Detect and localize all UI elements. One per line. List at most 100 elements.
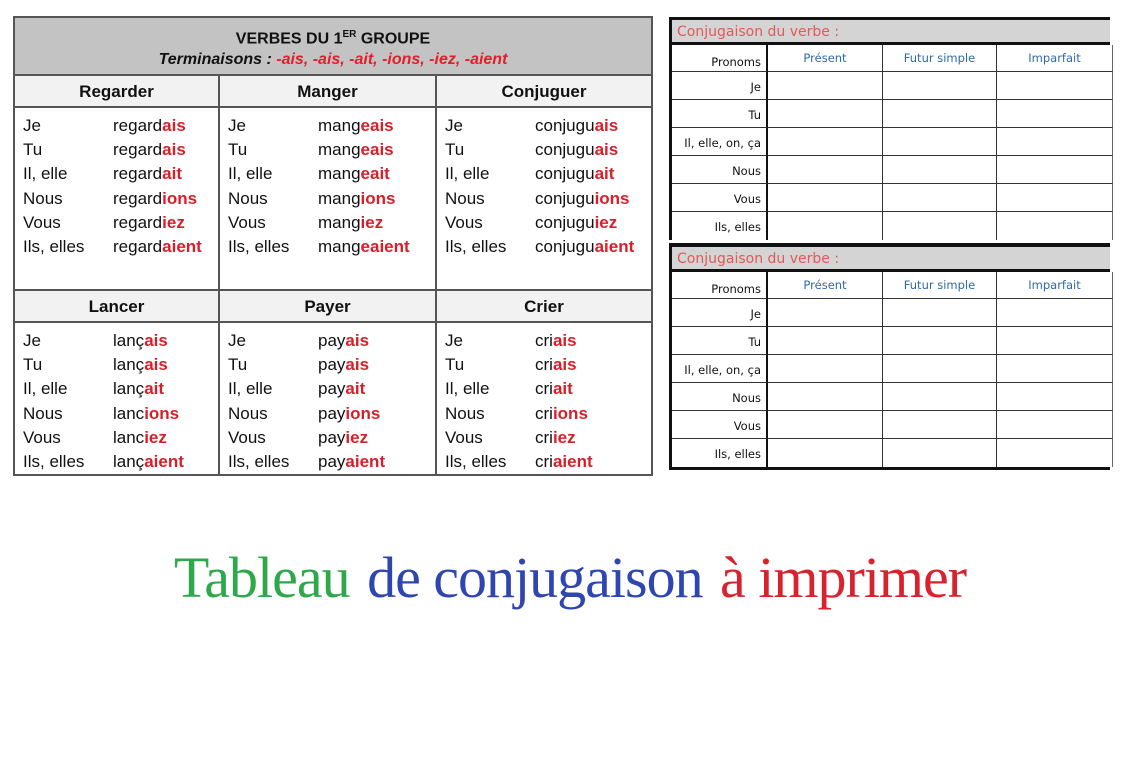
pronoun: Nous <box>445 188 485 208</box>
verb-ending: aient <box>144 451 184 471</box>
verb-heading: Payer <box>220 291 435 323</box>
blank-cell-imparfait[interactable] <box>997 212 1113 240</box>
conjugated-form: conjuguions <box>535 187 630 211</box>
blank-cell-imparfait[interactable] <box>997 299 1113 327</box>
blank-cell-imparfait[interactable] <box>997 355 1113 383</box>
blank-cell-futur-simple[interactable] <box>883 128 997 156</box>
pronoun: Tu <box>23 355 43 375</box>
verb-ending: aient <box>594 236 635 256</box>
blank-cell-imparfait[interactable] <box>997 411 1113 439</box>
verb-heading: Manger <box>220 76 435 108</box>
verb-stem: cri <box>535 451 553 471</box>
blank-cell-imparfait[interactable] <box>997 100 1113 128</box>
blank-cell-present[interactable] <box>768 327 883 355</box>
blank-cell-imparfait[interactable] <box>997 128 1113 156</box>
conjugated-form: lancions <box>113 402 179 426</box>
blank-cell-present[interactable] <box>768 439 883 467</box>
blank-cell-futur-simple[interactable] <box>883 299 997 327</box>
verb-ending: ait <box>144 379 165 399</box>
blank-cell-present[interactable] <box>768 128 883 156</box>
pronoun-cell: Ils, elles <box>672 439 768 467</box>
conjugation-line: Tu criais <box>445 353 651 377</box>
column-header: Imparfait <box>997 45 1113 72</box>
blank-cell-present[interactable] <box>768 383 883 411</box>
blank-cell-present[interactable] <box>768 411 883 439</box>
blank-cell-imparfait[interactable] <box>997 383 1113 411</box>
verb-ending: aient <box>162 236 202 256</box>
verb-stem: pay <box>318 379 346 399</box>
pronoun: Tu <box>228 355 248 375</box>
blank-cell-present[interactable] <box>768 355 883 383</box>
blank-cell-imparfait[interactable] <box>997 184 1113 212</box>
verb-ending: ait <box>345 379 366 399</box>
column-header: Pronoms <box>672 45 768 72</box>
endings-list: -ais, -ais, -ait, -ions, -iez, -aient <box>276 51 508 69</box>
verb-stem: cri <box>535 355 553 375</box>
column-header: Imparfait <box>997 272 1113 299</box>
blank-cell-futur-simple[interactable] <box>883 212 997 240</box>
blank-cell-imparfait[interactable] <box>997 72 1113 100</box>
blank-cell-futur-simple[interactable] <box>883 411 997 439</box>
blank-cell-present[interactable] <box>768 212 883 240</box>
verb-stem: mang <box>318 116 361 135</box>
conjugated-form: payiez <box>318 426 368 450</box>
verb-ending: ais <box>162 140 186 160</box>
blank-cell-present[interactable] <box>768 184 883 212</box>
blank-cell-futur-simple[interactable] <box>883 184 997 212</box>
column-header: Pronoms <box>672 272 768 299</box>
pronoun: Nous <box>23 403 63 423</box>
blank-cell-imparfait[interactable] <box>997 156 1113 184</box>
conjugation-line: Tu regardais <box>23 138 218 162</box>
pronoun-cell: Je <box>672 72 768 100</box>
verb-column-manger: Manger Je mangeais Tu mangeais Il, elle mangea… <box>220 76 437 289</box>
pronoun: Je <box>228 331 246 350</box>
blank-cell-futur-simple[interactable] <box>883 439 997 467</box>
conjugation-line: Nous payions <box>228 402 435 426</box>
conjugated-form: criiez <box>535 426 576 450</box>
caption-part-tableau: Tableau <box>173 545 351 610</box>
blank-cell-present[interactable] <box>768 156 883 184</box>
blank-cell-futur-simple[interactable] <box>883 100 997 128</box>
caption-part-de-conjugaison: de conjugaison <box>367 545 704 610</box>
conjugation-lines: Je mangeais Tu mangeais Il, elle mangeait Nous… <box>220 108 435 259</box>
blank-cell-present[interactable] <box>768 100 883 128</box>
pronoun: Ils, elles <box>23 236 85 256</box>
conjugation-line: Ils, elles conjuguaient <box>445 235 651 259</box>
blank-cell-imparfait[interactable] <box>997 439 1113 467</box>
blank-cell-imparfait[interactable] <box>997 327 1113 355</box>
conjugation-line: Il, elle lançait <box>23 377 218 401</box>
pronoun-cell: Je <box>672 299 768 327</box>
blank-cell-futur-simple[interactable] <box>883 327 997 355</box>
verb-stem: lanc <box>113 427 145 447</box>
verb-stem: pay <box>318 427 346 447</box>
verb-row: Regarder Je regardais Tu regardais Il, elle re… <box>15 76 651 289</box>
conjugated-form: mangiez <box>318 211 383 235</box>
blank-cell-present[interactable] <box>768 299 883 327</box>
conjugation-line: Vous criiez <box>445 426 651 450</box>
verb-heading: Crier <box>437 291 651 323</box>
pronoun: Tu <box>445 140 465 160</box>
pronoun: Vous <box>445 212 483 232</box>
conjugated-form: conjuguais <box>535 114 618 138</box>
blank-cell-futur-simple[interactable] <box>883 355 997 383</box>
pronoun-cell: Il, elle, on, ça <box>672 128 768 156</box>
conjugation-line: Vous regardiez <box>23 211 218 235</box>
pronoun: Nous <box>228 403 268 423</box>
verb-ending: iez <box>144 427 167 447</box>
column-header: Futur simple <box>883 45 997 72</box>
blank-cell-futur-simple[interactable] <box>883 156 997 184</box>
verb-stem: conjugu <box>535 236 595 256</box>
pronoun: Vous <box>445 427 483 447</box>
verb-ending: ions <box>360 188 396 208</box>
blank-cell-futur-simple[interactable] <box>883 72 997 100</box>
blank-cell-present[interactable] <box>768 72 883 100</box>
conjugated-form: payions <box>318 402 380 426</box>
pronoun: Je <box>23 331 41 350</box>
conjugation-line: Vous lanciez <box>23 426 218 450</box>
conjugation-line: Ils, elles regardaient <box>23 235 218 259</box>
verb-ending: ais <box>162 116 186 135</box>
conjugated-form: lançais <box>113 353 168 377</box>
pronoun-cell: Tu <box>672 100 768 128</box>
blank-cell-futur-simple[interactable] <box>883 383 997 411</box>
conjugated-form: mangeais <box>318 138 394 162</box>
